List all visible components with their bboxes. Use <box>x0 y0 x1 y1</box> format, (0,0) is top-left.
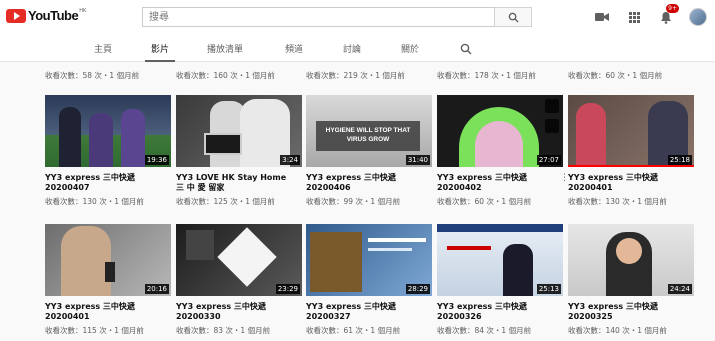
create-video-button[interactable] <box>593 8 611 26</box>
logo-text: YouTube <box>28 8 79 23</box>
search-bar <box>142 7 532 27</box>
apps-button[interactable] <box>625 8 643 26</box>
tab-home[interactable]: 主頁 <box>94 42 112 55</box>
video-meta: 收看次數：60 次・1 個月前 <box>437 197 532 206</box>
video-duration: 20:16 <box>144 284 169 294</box>
video-title[interactable]: YY3 express 三中快遞 20200401 <box>568 173 686 193</box>
video-card[interactable]: 19:36 YY3 express 三中快遞 20200407 收看次數：130… <box>45 95 171 207</box>
add-to-queue-icon[interactable] <box>545 119 559 133</box>
video-card[interactable]: 28:29 YY3 express 三中快遞 20200327 收看次數：61 … <box>306 224 432 336</box>
video-thumbnail[interactable]: 25:13 <box>437 224 563 296</box>
youtube-logo[interactable]: YouTube HK <box>6 8 86 23</box>
video-thumbnail[interactable]: HYGIENE WILL STOP THAT VIRUS GROW 31:40 <box>306 95 432 167</box>
video-title[interactable]: YY3 express 三中快遞 20200407 <box>45 173 163 193</box>
video-duration: 3:24 <box>280 155 300 165</box>
video-card[interactable]: 27:07 YY3 express 三中快遞 20200402 收看次數：60 … <box>437 95 569 207</box>
video-title[interactable]: YY3 express 三中快遞 20200330 <box>176 302 294 322</box>
masthead: YouTube HK 搜尋 9+ <box>0 0 715 34</box>
tab-about[interactable]: 關於 <box>401 42 419 55</box>
video-thumbnail[interactable]: 20:16 <box>45 224 171 296</box>
thumbnail-caption: HYGIENE WILL STOP THAT VIRUS GROW <box>325 127 411 143</box>
video-duration: 25:18 <box>667 155 692 165</box>
video-thumbnail[interactable]: 24:24 <box>568 224 694 296</box>
youtube-play-icon <box>6 8 26 23</box>
video-title[interactable]: YY3 express 三中快遞 20200325 <box>568 302 686 322</box>
video-title[interactable]: YY3 LOVE HK Stay Home 三 中 愛 留家 <box>176 173 294 193</box>
video-title[interactable]: YY3 express 三中快遞 20200327 <box>306 302 424 322</box>
tab-discussion[interactable]: 討論 <box>343 42 361 55</box>
video-title[interactable]: YY3 express 三中快遞 20200326 <box>437 302 555 322</box>
video-meta: 收看次數：219 次・1 個月前 <box>306 71 405 80</box>
video-title[interactable]: YY3 express 三中快遞 20200402 <box>437 173 555 193</box>
video-duration: 25:13 <box>536 284 561 294</box>
youtube-channel-page: YouTube HK 搜尋 9+ 主頁 影片 播放清單 頻道 討論 關於 收看次… <box>0 0 715 341</box>
notification-count-badge: 9+ <box>666 4 679 13</box>
video-meta: 收看次數：83 次・1 個月前 <box>176 326 271 335</box>
video-meta: 收看次數：99 次・1 個月前 <box>306 197 401 206</box>
video-card[interactable]: 20:16 YY3 express 三中快遞 20200401 收看次數：115… <box>45 224 171 336</box>
logo-country-code: HK <box>79 7 87 14</box>
tab-channels[interactable]: 頻道 <box>285 42 303 55</box>
account-avatar[interactable] <box>689 8 707 26</box>
video-title[interactable]: YY3 express 三中快遞 20200401 <box>45 302 163 322</box>
video-meta: 收看次數：130 次・1 個月前 <box>568 197 667 206</box>
channel-tabs: 主頁 影片 播放清單 頻道 討論 關於 <box>0 34 715 62</box>
video-thumbnail[interactable]: 27:07 <box>437 95 563 167</box>
video-meta: 收看次數：60 次・1 個月前 <box>568 71 663 80</box>
apps-grid-icon <box>628 11 640 23</box>
video-duration: 27:07 <box>536 155 561 165</box>
masthead-actions: 9+ <box>593 4 707 26</box>
search-button[interactable] <box>494 7 532 27</box>
watch-progress-bar <box>568 165 694 167</box>
video-meta: 收看次數：115 次・1 個月前 <box>45 326 144 335</box>
video-meta: 收看次數：130 次・1 個月前 <box>45 197 144 206</box>
thumbnail-hover-actions <box>545 99 559 133</box>
tab-videos[interactable]: 影片 <box>144 42 176 62</box>
video-thumbnail[interactable]: 28:29 <box>306 224 432 296</box>
video-thumbnail[interactable]: 23:29 <box>176 224 302 296</box>
notifications-button[interactable]: 9+ <box>657 4 679 26</box>
channel-search-button[interactable] <box>460 40 472 59</box>
video-meta: 收看次數：84 次・1 個月前 <box>437 326 532 335</box>
video-meta: 收看次數：58 次・1 個月前 <box>45 71 140 80</box>
video-meta: 收看次數：125 次・1 個月前 <box>176 197 275 206</box>
video-meta: 收看次數：61 次・1 個月前 <box>306 326 401 335</box>
video-duration: 23:29 <box>275 284 300 294</box>
watch-later-icon[interactable] <box>545 99 559 113</box>
video-duration: 28:29 <box>405 284 430 294</box>
video-card[interactable]: 24:24 YY3 express 三中快遞 20200325 收看次數：140… <box>568 224 694 336</box>
video-title[interactable]: YY3 express 三中快遞 20200406 <box>306 173 424 193</box>
video-meta: 收看次數：178 次・1 個月前 <box>437 71 536 80</box>
video-thumbnail[interactable]: 19:36 <box>45 95 171 167</box>
video-meta: 收看次數：160 次・1 個月前 <box>176 71 275 80</box>
video-duration: 19:36 <box>144 155 169 165</box>
video-thumbnail[interactable]: 25:18 <box>568 95 694 167</box>
video-card[interactable]: 3:24 YY3 LOVE HK Stay Home 三 中 愛 留家 收看次數… <box>176 95 302 207</box>
video-card[interactable]: 25:18 YY3 express 三中快遞 20200401 收看次數：130… <box>568 95 694 207</box>
search-icon <box>460 43 472 55</box>
video-duration: 31:40 <box>405 155 430 165</box>
tab-playlists[interactable]: 播放清單 <box>207 42 243 55</box>
video-camera-icon <box>595 13 609 21</box>
video-duration: 24:24 <box>667 284 692 294</box>
search-input[interactable] <box>142 7 494 27</box>
video-card[interactable]: 25:13 YY3 express 三中快遞 20200326 收看次數：84 … <box>437 224 563 336</box>
search-icon <box>508 12 519 23</box>
video-card[interactable]: 23:29 YY3 express 三中快遞 20200330 收看次數：83 … <box>176 224 302 336</box>
video-meta: 收看次數：140 次・1 個月前 <box>568 326 667 335</box>
video-thumbnail[interactable]: 3:24 <box>176 95 302 167</box>
video-card[interactable]: HYGIENE WILL STOP THAT VIRUS GROW 31:40 … <box>306 95 432 207</box>
